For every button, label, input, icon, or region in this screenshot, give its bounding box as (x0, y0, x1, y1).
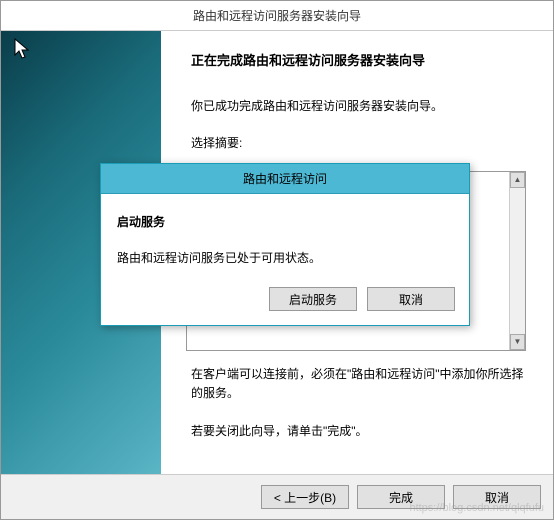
back-button[interactable]: < 上一步(B) (261, 485, 349, 509)
finish-button[interactable]: 完成 (357, 485, 445, 509)
wizard-after-text-2: 若要关闭此向导，请单击"完成"。 (191, 422, 533, 441)
scroll-down-icon[interactable]: ▼ (510, 334, 525, 350)
dialog-titlebar: 路由和远程访问 (101, 164, 469, 194)
wizard-success-text: 你已成功完成路由和远程访问服务器安装向导。 (191, 97, 533, 116)
dialog-heading: 启动服务 (117, 212, 453, 234)
dialog-message: 路由和远程访问服务已处于可用状态。 (117, 248, 453, 270)
dialog-footer: 启动服务 取消 (101, 279, 469, 325)
wizard-after-text-1: 在客户端可以连接前，必须在"路由和远程访问"中添加你所选择的服务。 (191, 365, 533, 403)
cancel-button[interactable]: 取消 (453, 485, 541, 509)
wizard-title: 路由和远程访问服务器安装向导 (193, 9, 361, 23)
wizard-heading: 正在完成路由和远程访问服务器安装向导 (191, 51, 533, 72)
dialog-title: 路由和远程访问 (243, 172, 327, 186)
dialog-body: 启动服务 路由和远程访问服务已处于可用状态。 (101, 194, 469, 279)
scroll-up-icon[interactable]: ▲ (510, 172, 525, 188)
wizard-summary-label: 选择摘要: (191, 134, 533, 153)
wizard-footer: < 上一步(B) 完成 取消 (1, 474, 553, 519)
dialog-cancel-button[interactable]: 取消 (367, 287, 455, 311)
wizard-titlebar: 路由和远程访问服务器安装向导 (1, 1, 553, 31)
scrollbar[interactable]: ▲ ▼ (509, 172, 525, 350)
start-service-button[interactable]: 启动服务 (269, 287, 357, 311)
start-service-dialog: 路由和远程访问 启动服务 路由和远程访问服务已处于可用状态。 启动服务 取消 (100, 163, 470, 326)
